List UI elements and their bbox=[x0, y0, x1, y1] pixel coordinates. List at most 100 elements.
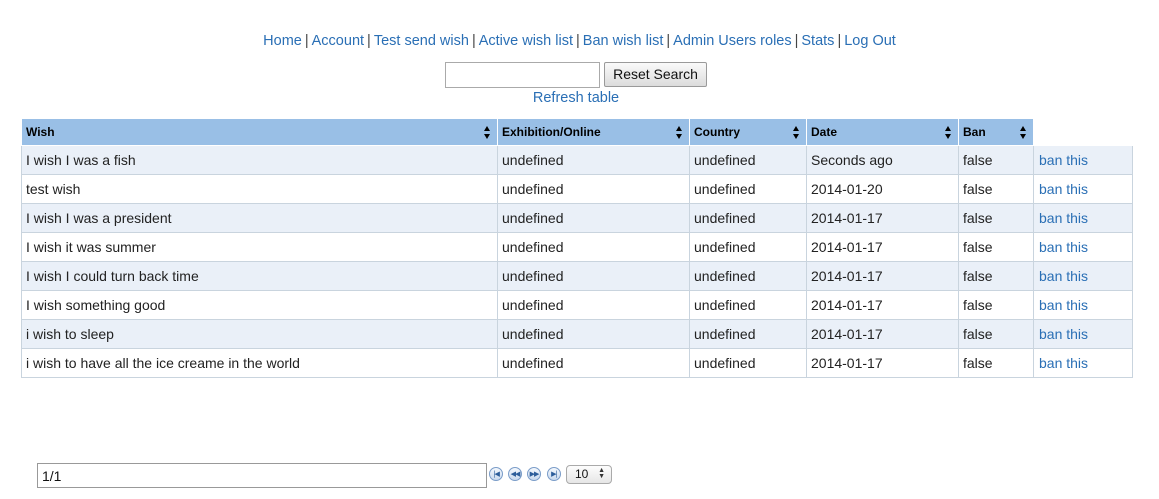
ban-this-link[interactable]: ban this bbox=[1039, 181, 1088, 197]
page-size-select[interactable]: 10 ▲ ▼ bbox=[566, 465, 612, 484]
cell-country: undefined bbox=[689, 348, 807, 378]
nav-separator: | bbox=[666, 33, 671, 49]
nav-link-test-send-wish[interactable]: Test send wish bbox=[374, 33, 469, 49]
top-nav: Home | Account | Test send wish | Active wish … bbox=[0, 33, 1159, 49]
column-header-ban[interactable]: Ban bbox=[958, 118, 1034, 146]
page-size-value: 10 bbox=[575, 467, 589, 481]
nav-separator: | bbox=[837, 33, 842, 49]
ban-this-link[interactable]: ban this bbox=[1039, 297, 1088, 313]
nav-link-active-wish-list[interactable]: Active wish list bbox=[479, 33, 573, 49]
cell-action: ban this bbox=[1033, 203, 1133, 233]
cell-date: 2014-01-17 bbox=[806, 290, 959, 320]
cell-action: ban this bbox=[1033, 290, 1133, 320]
cell-ban: false bbox=[958, 290, 1034, 320]
cell-ban: false bbox=[958, 203, 1034, 233]
cell-ban: false bbox=[958, 145, 1034, 175]
sort-icon bbox=[484, 126, 491, 139]
nav-link-admin-users-roles[interactable]: Admin Users roles bbox=[673, 33, 791, 49]
cell-action: ban this bbox=[1033, 145, 1133, 175]
cell-ban: false bbox=[958, 319, 1034, 349]
table-row: i wish to sleep undefined undefined 2014-01… bbox=[21, 319, 1133, 349]
cell-date: 2014-01-17 bbox=[806, 232, 959, 262]
nav-link-stats[interactable]: Stats bbox=[801, 33, 834, 49]
nav-link-log-out[interactable]: Log Out bbox=[844, 33, 896, 49]
cell-exhibition-online: undefined bbox=[497, 319, 690, 349]
select-arrows-icon: ▲ ▼ bbox=[598, 467, 605, 480]
table-row: test wish undefined undefined 2014-01-20 fal… bbox=[21, 174, 1133, 204]
cell-action: ban this bbox=[1033, 174, 1133, 204]
ban-this-link[interactable]: ban this bbox=[1039, 326, 1088, 342]
cell-exhibition-online: undefined bbox=[497, 203, 690, 233]
last-page-icon[interactable]: ▶| bbox=[547, 467, 561, 481]
cell-exhibition-online: undefined bbox=[497, 232, 690, 262]
nav-separator: | bbox=[576, 33, 580, 49]
cell-date: 2014-01-17 bbox=[806, 319, 959, 349]
reset-search-button[interactable]: Reset Search bbox=[604, 62, 707, 87]
cell-exhibition-online: undefined bbox=[497, 261, 690, 291]
cell-action: ban this bbox=[1033, 348, 1133, 378]
table-row: I wish I was a president undefined undefin… bbox=[21, 203, 1133, 233]
first-page-icon[interactable]: |◀ bbox=[489, 467, 503, 481]
column-header-country[interactable]: Country bbox=[689, 118, 807, 146]
cell-country: undefined bbox=[689, 319, 807, 349]
nav-separator: | bbox=[794, 33, 799, 49]
ban-this-link[interactable]: ban this bbox=[1039, 210, 1088, 226]
cell-date: 2014-01-20 bbox=[806, 174, 959, 204]
cell-ban: false bbox=[958, 261, 1034, 291]
ban-this-link[interactable]: ban this bbox=[1039, 355, 1088, 371]
cell-country: undefined bbox=[689, 174, 807, 204]
table-row: i wish to have all the ice creame in the… bbox=[21, 348, 1133, 378]
refresh-table-row: Refresh table bbox=[0, 90, 1152, 106]
cell-date: 2014-01-17 bbox=[806, 203, 959, 233]
nav-separator: | bbox=[471, 33, 476, 49]
sort-icon bbox=[1020, 126, 1027, 139]
cell-exhibition-online: undefined bbox=[497, 290, 690, 320]
cell-wish: I wish something good bbox=[21, 290, 498, 320]
cell-exhibition-online: undefined bbox=[497, 348, 690, 378]
cell-date: Seconds ago bbox=[806, 145, 959, 175]
next-page-icon[interactable]: ▶▶ bbox=[527, 467, 541, 481]
table-header-row: Wish Exhibition/Online Country Date Ban bbox=[21, 118, 1133, 146]
nav-link-home[interactable]: Home bbox=[263, 33, 302, 49]
search-input[interactable] bbox=[445, 62, 600, 88]
table-row: I wish I could turn back time undefined un… bbox=[21, 261, 1133, 291]
cell-wish: i wish to sleep bbox=[21, 319, 498, 349]
sort-icon bbox=[676, 126, 683, 139]
table-row: I wish I was a fish undefined undefined Sec… bbox=[21, 145, 1133, 175]
column-header-action bbox=[1033, 118, 1133, 146]
wish-table: Wish Exhibition/Online Country Date Ban … bbox=[21, 118, 1133, 378]
cell-date: 2014-01-17 bbox=[806, 261, 959, 291]
cell-country: undefined bbox=[689, 261, 807, 291]
cell-wish: I wish it was summer bbox=[21, 232, 498, 262]
cell-country: undefined bbox=[689, 290, 807, 320]
nav-link-ban-wish-list[interactable]: Ban wish list bbox=[583, 33, 664, 49]
ban-this-link[interactable]: ban this bbox=[1039, 239, 1088, 255]
cell-exhibition-online: undefined bbox=[497, 145, 690, 175]
prev-page-icon[interactable]: ◀◀ bbox=[508, 467, 522, 481]
refresh-table-link[interactable]: Refresh table bbox=[533, 90, 619, 106]
cell-wish: i wish to have all the ice creame in the… bbox=[21, 348, 498, 378]
cell-ban: false bbox=[958, 174, 1034, 204]
cell-wish: I wish I was a fish bbox=[21, 145, 498, 175]
cell-country: undefined bbox=[689, 145, 807, 175]
cell-date: 2014-01-17 bbox=[806, 348, 959, 378]
column-header-wish[interactable]: Wish bbox=[21, 118, 498, 146]
cell-country: undefined bbox=[689, 232, 807, 262]
sort-icon bbox=[945, 126, 952, 139]
cell-action: ban this bbox=[1033, 261, 1133, 291]
cell-wish: I wish I could turn back time bbox=[21, 261, 498, 291]
cell-ban: false bbox=[958, 232, 1034, 262]
nav-separator: | bbox=[304, 33, 309, 49]
cell-wish: I wish I was a president bbox=[21, 203, 498, 233]
nav-separator: | bbox=[367, 33, 371, 49]
column-header-exhibition-online[interactable]: Exhibition/Online bbox=[497, 118, 690, 146]
ban-this-link[interactable]: ban this bbox=[1039, 268, 1088, 284]
page-display-input[interactable] bbox=[37, 463, 487, 488]
table-row: I wish it was summer undefined undefined 20… bbox=[21, 232, 1133, 262]
ban-this-link[interactable]: ban this bbox=[1039, 152, 1088, 168]
cell-ban: false bbox=[958, 348, 1034, 378]
column-header-date[interactable]: Date bbox=[806, 118, 959, 146]
nav-link-account[interactable]: Account bbox=[312, 33, 364, 49]
cell-wish: test wish bbox=[21, 174, 498, 204]
table-body: I wish I was a fish undefined undefined Sec… bbox=[21, 145, 1133, 378]
